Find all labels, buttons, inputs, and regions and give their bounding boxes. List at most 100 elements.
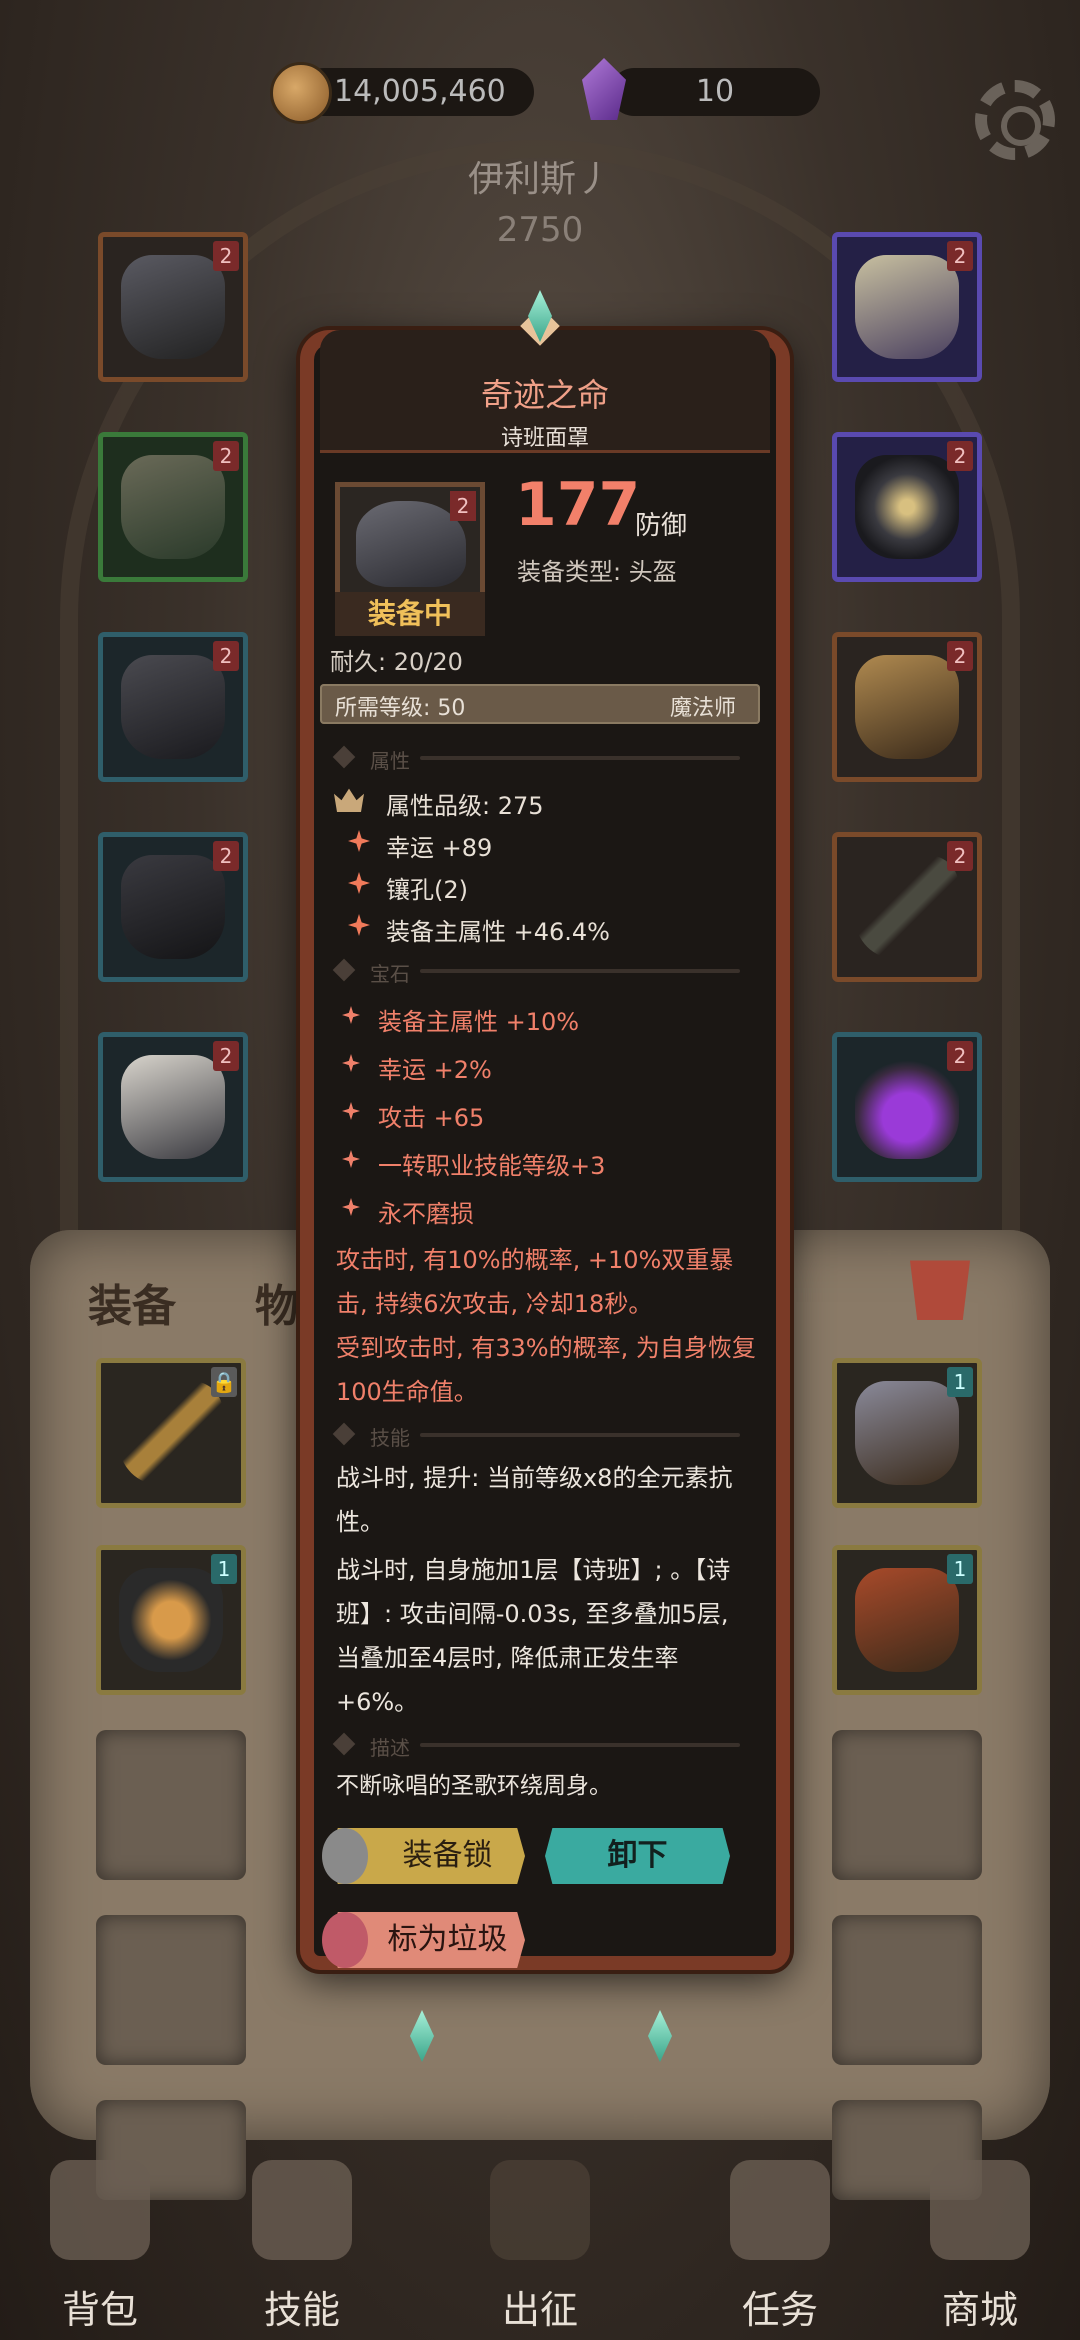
empty-inventory-slot[interactable] bbox=[832, 1730, 982, 1880]
defense-value: 177 bbox=[515, 470, 641, 540]
nav-label: 出征 bbox=[501, 2288, 578, 2332]
tier-badge: 2 bbox=[947, 241, 973, 271]
equip-slot-ring[interactable]: 2 bbox=[832, 432, 982, 582]
lock-icon: 🔒 bbox=[211, 1367, 237, 1397]
item-name: 奇迹之命 bbox=[480, 376, 609, 414]
inventory-slot[interactable]: 🔒 bbox=[96, 1358, 246, 1508]
tab-equipment[interactable]: 装备 bbox=[88, 1270, 176, 1334]
inventory-slot[interactable]: 1 bbox=[96, 1545, 246, 1695]
tier-badge: 1 bbox=[947, 1367, 973, 1397]
button-label: 装备锁 bbox=[402, 1838, 493, 1873]
diamond-icon bbox=[332, 1732, 356, 1756]
empty-inventory-slot[interactable] bbox=[96, 1915, 246, 2065]
gem-line: 永不磨损 bbox=[378, 1200, 474, 1228]
gem-line: 装备主属性 +10% bbox=[378, 1008, 580, 1036]
effect-text: 受到攻击时, 有33%的概率, 为自身恢复100生命值。 bbox=[336, 1334, 756, 1406]
section-gems: 宝石 bbox=[330, 956, 750, 986]
equip-slot-armor[interactable]: 2 bbox=[98, 432, 248, 582]
gem-line: 攻击 +65 bbox=[378, 1104, 485, 1132]
section-description: 描述 bbox=[330, 1730, 750, 1760]
sword-icon bbox=[490, 2160, 590, 2260]
nav-backpack[interactable]: 背包 bbox=[20, 2150, 180, 2340]
staff-icon bbox=[855, 855, 959, 959]
gem-amount: 10 bbox=[695, 74, 735, 109]
defense-label: 防御 bbox=[635, 511, 688, 541]
nav-label: 任务 bbox=[741, 2288, 818, 2332]
trash-icon[interactable] bbox=[910, 1260, 970, 1320]
quest-icon bbox=[730, 2160, 830, 2260]
equip-slot-necklace[interactable]: 2 bbox=[832, 232, 982, 382]
empty-inventory-slot[interactable] bbox=[832, 1915, 982, 2065]
equip-slot-orb[interactable]: 2 bbox=[832, 1032, 982, 1182]
equip-slot-helmet[interactable]: 2 bbox=[98, 232, 248, 382]
attribute-line: 镶孔(2) bbox=[386, 876, 468, 904]
skill-text: 战斗时, 提升: 当前等级x8的全元素抗性。 bbox=[336, 1464, 733, 1536]
diamond-icon bbox=[332, 745, 356, 769]
junk-lantern-icon bbox=[322, 1912, 368, 1968]
tier-badge: 2 bbox=[947, 1041, 973, 1071]
pumpkin-icon bbox=[119, 1568, 223, 1672]
section-skills: 技能 bbox=[330, 1420, 750, 1450]
required-level: 所需等级: 50 bbox=[335, 696, 466, 721]
inventory-slot[interactable]: 1 bbox=[832, 1358, 982, 1508]
lock-icon bbox=[322, 1828, 368, 1884]
description-text: 不断咏唱的圣歌环绕周身。 bbox=[336, 1773, 612, 1799]
equip-slot-accessory[interactable]: 2 bbox=[832, 632, 982, 782]
button-label: 卸下 bbox=[607, 1838, 668, 1873]
bottom-nav: 背包 技能 出征 任务 商城 bbox=[0, 2140, 1080, 2340]
attribute-line: 装备主属性 +46.4% bbox=[386, 918, 610, 946]
tier-badge: 2 bbox=[947, 441, 973, 471]
divider bbox=[420, 969, 740, 973]
settings-gear-icon[interactable] bbox=[975, 80, 1055, 160]
pants-icon bbox=[121, 855, 225, 959]
diamond-icon bbox=[332, 958, 356, 982]
section-attributes: 属性 bbox=[330, 743, 750, 773]
armor-icon bbox=[121, 455, 225, 559]
tier-badge: 2 bbox=[450, 491, 476, 521]
item-subname: 诗班面罩 bbox=[500, 426, 589, 451]
owl-charm-icon bbox=[855, 655, 959, 759]
durability: 耐久: 20/20 bbox=[330, 648, 463, 676]
tier-badge: 2 bbox=[947, 641, 973, 671]
nav-label: 技能 bbox=[263, 2288, 340, 2332]
nav-skills[interactable]: 技能 bbox=[222, 2150, 382, 2340]
tier-badge: 2 bbox=[213, 441, 239, 471]
equip-slot-pants[interactable]: 2 bbox=[98, 832, 248, 982]
nav-quests[interactable]: 任务 bbox=[700, 2150, 860, 2340]
tier-badge: 2 bbox=[213, 641, 239, 671]
inventory-slot[interactable]: 1 bbox=[832, 1545, 982, 1695]
empty-inventory-slot[interactable] bbox=[96, 1730, 246, 1880]
gem-counter: 10 bbox=[610, 68, 820, 116]
attribute-line: 幸运 +89 bbox=[386, 834, 493, 862]
iron-boots-icon bbox=[855, 1381, 959, 1485]
nav-label: 商城 bbox=[941, 2288, 1018, 2332]
unequip-button[interactable]: 卸下 bbox=[545, 1828, 730, 1884]
tier-badge: 1 bbox=[211, 1554, 237, 1584]
divider bbox=[420, 1743, 740, 1747]
nav-expedition[interactable]: 出征 bbox=[460, 2150, 620, 2340]
section-label: 属性 bbox=[370, 749, 410, 773]
skill-book-icon bbox=[252, 2160, 352, 2260]
effect-text: 攻击时, 有10%的概率, +10%双重暴击, 持续6次攻击, 冷却18秒。 bbox=[336, 1246, 734, 1318]
section-label: 技能 bbox=[370, 1426, 410, 1450]
necklace-icon bbox=[855, 255, 959, 359]
equip-slot-boots[interactable]: 2 bbox=[98, 1032, 248, 1182]
gauntlet-icon bbox=[121, 655, 225, 759]
divider bbox=[420, 756, 740, 760]
gold-counter: 14,005,460 bbox=[300, 68, 534, 116]
potion-orb-icon bbox=[855, 1055, 959, 1159]
nav-shop[interactable]: 商城 bbox=[900, 2150, 1060, 2340]
skill-text: 战斗时, 自身施加1层【诗班】; 。【诗班】: 攻击间隔-0.03s, 至多叠加… bbox=[336, 1556, 731, 1716]
gold-coin-icon bbox=[270, 62, 332, 124]
equip-slot-weapon[interactable]: 2 bbox=[832, 832, 982, 982]
diamond-icon bbox=[332, 1422, 356, 1446]
button-label: 标为垃圾 bbox=[387, 1922, 508, 1957]
tier-badge: 2 bbox=[213, 1041, 239, 1071]
backpack-icon bbox=[50, 2160, 150, 2260]
nav-label: 背包 bbox=[61, 2288, 138, 2332]
required-class: 魔法师 bbox=[670, 696, 737, 721]
gem-line: 幸运 +2% bbox=[378, 1056, 492, 1084]
tier-badge: 1 bbox=[947, 1554, 973, 1584]
character-name: 伊利斯丿 bbox=[467, 159, 612, 200]
equip-slot-gloves[interactable]: 2 bbox=[98, 632, 248, 782]
